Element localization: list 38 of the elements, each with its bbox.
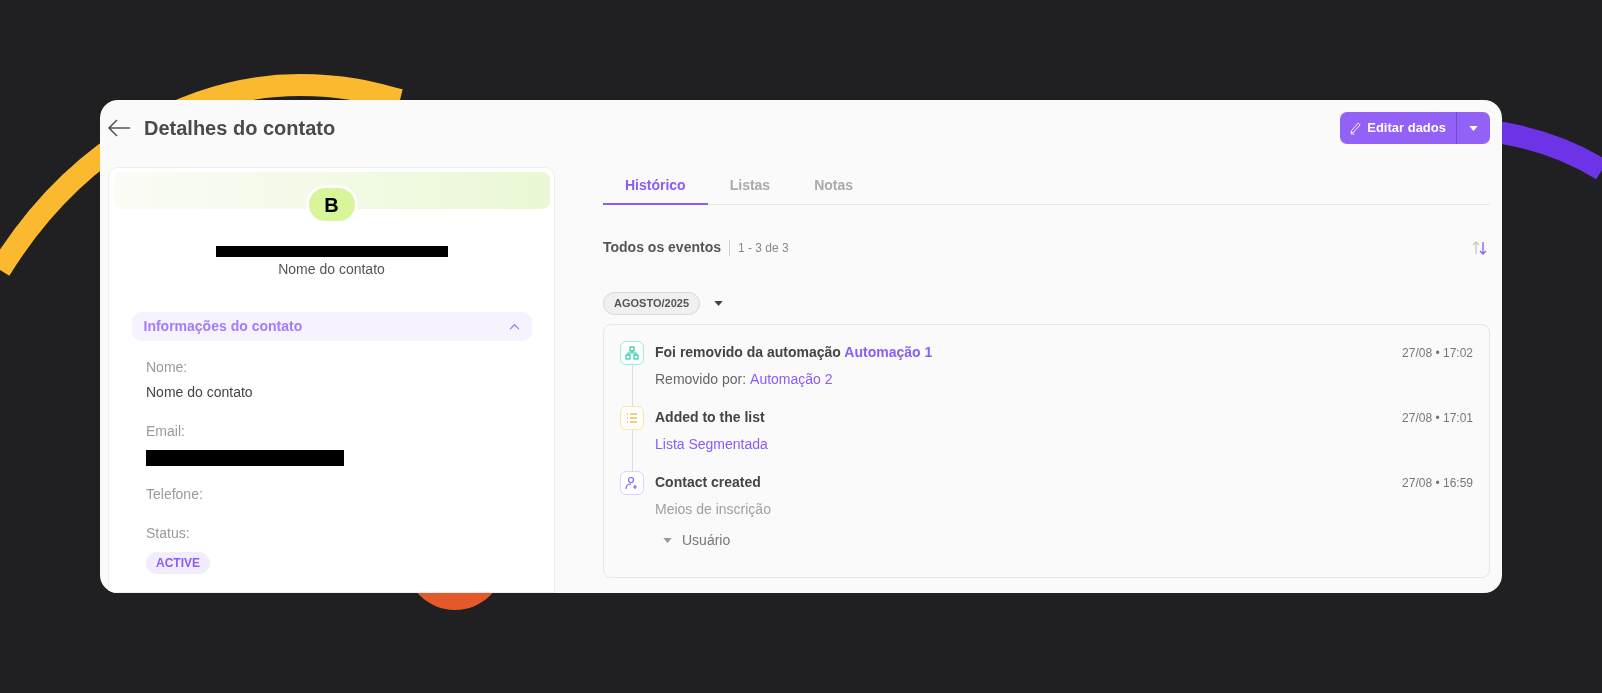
detail-link[interactable]: Lista Segmentada bbox=[655, 433, 768, 455]
detail-label: Meios de inscrição bbox=[655, 499, 771, 519]
caret-down-icon bbox=[714, 300, 723, 306]
detail-link[interactable]: Automação 2 bbox=[750, 368, 833, 390]
tab[interactable]: Listas bbox=[707, 167, 793, 205]
hierarchy-icon bbox=[620, 340, 644, 365]
avatar: B bbox=[305, 185, 358, 224]
detail-label: Removido por: bbox=[655, 369, 747, 389]
caret-down-icon bbox=[663, 537, 672, 543]
page-title: Detalhes do contato bbox=[144, 116, 336, 141]
tab[interactable]: Histórico bbox=[603, 167, 708, 205]
events-title: Todos os eventos bbox=[603, 238, 721, 257]
event-title: Added to the list bbox=[655, 408, 765, 427]
event-time: 27/08 • 17:01 bbox=[1402, 409, 1473, 427]
status-badge: ACTIVE bbox=[146, 552, 210, 574]
tab[interactable]: Notas bbox=[792, 167, 876, 205]
caret-down-icon bbox=[1469, 125, 1478, 131]
event-time: 27/08 • 17:02 bbox=[1402, 344, 1473, 362]
event-title: Foi removido da automação Automação 1 bbox=[655, 343, 933, 362]
back-button[interactable] bbox=[106, 118, 132, 138]
automation-link[interactable]: Automação 1 bbox=[844, 344, 933, 360]
field-label: Email: bbox=[146, 422, 186, 441]
field-label: Nome: bbox=[146, 358, 189, 377]
event-time: 27/08 • 16:59 bbox=[1402, 474, 1473, 492]
event-title: Contact created bbox=[655, 473, 761, 492]
month-chip[interactable]: AGOSTO/2025 bbox=[603, 292, 700, 315]
user-add-icon bbox=[620, 470, 644, 495]
contact-name-caption: Nome do contato bbox=[278, 260, 385, 280]
events-count: 1 - 3 de 3 bbox=[738, 239, 789, 257]
edit-button[interactable]: Editar dados bbox=[1340, 112, 1457, 144]
field-value: Nome do contato bbox=[146, 383, 254, 402]
pencil-icon bbox=[1350, 121, 1362, 135]
field-label: Status: bbox=[146, 524, 191, 543]
list-icon bbox=[620, 405, 644, 430]
field-label: Telefone: bbox=[146, 485, 204, 504]
sub-item-label[interactable]: Usuário bbox=[682, 529, 731, 551]
sort-icon[interactable] bbox=[1472, 240, 1488, 255]
accordion-header[interactable]: Informações do contato bbox=[131, 312, 532, 341]
